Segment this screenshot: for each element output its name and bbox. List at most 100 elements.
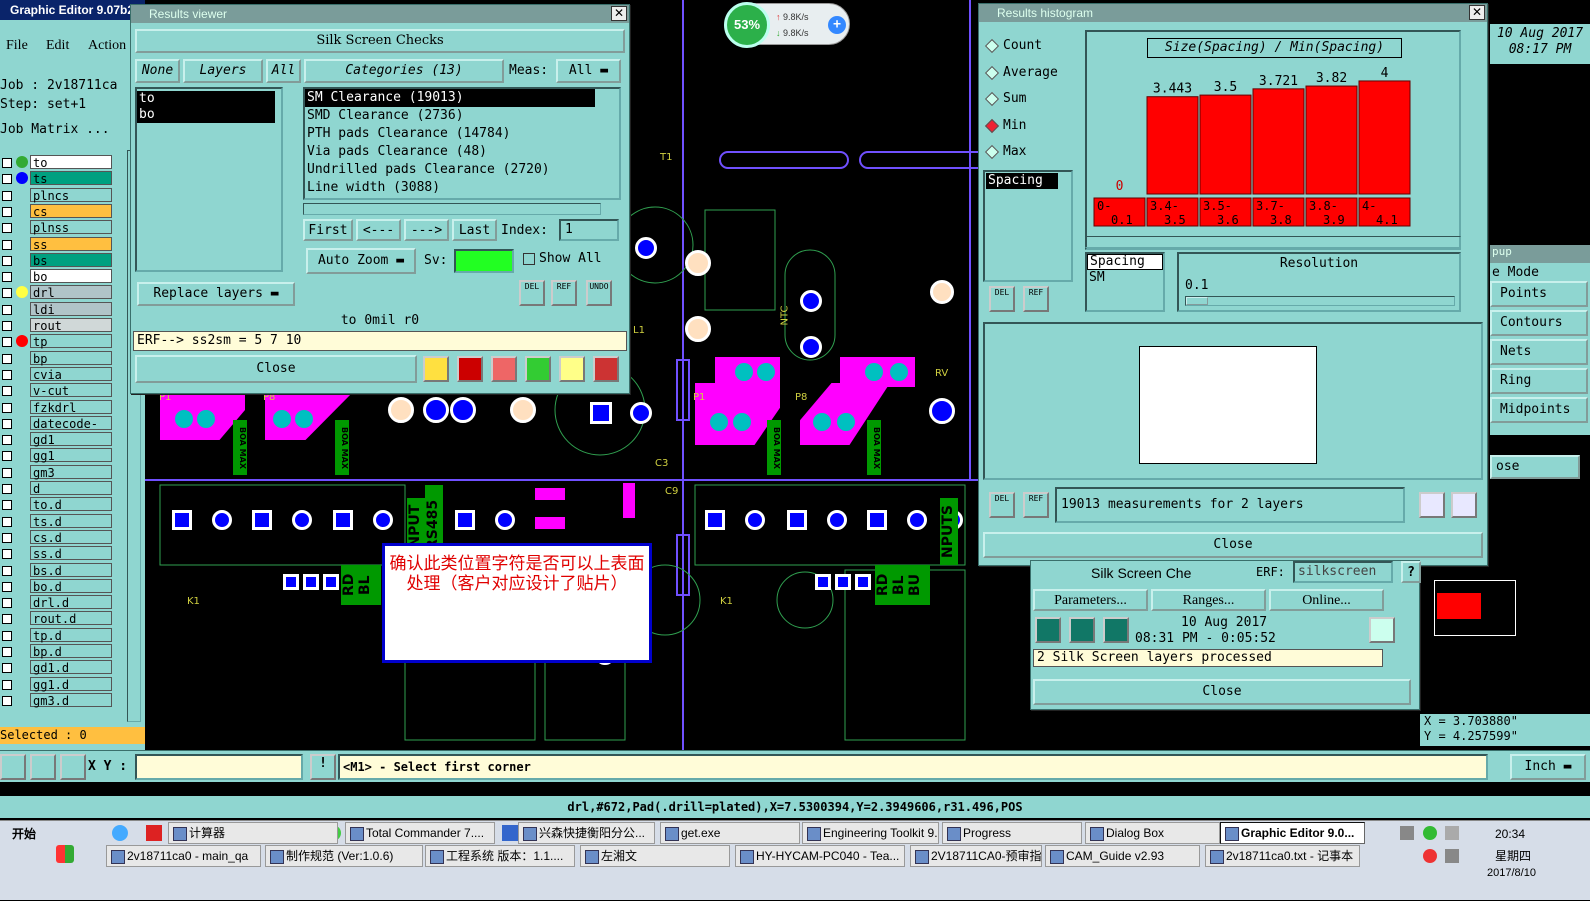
layer-row[interactable]: gm3.d <box>0 692 112 708</box>
volume-icon[interactable] <box>1445 849 1459 863</box>
category-list[interactable]: SM Clearance (19013) SMD Clearance (2736)… <box>303 87 621 200</box>
layer-checkbox[interactable] <box>2 435 12 446</box>
layer-name[interactable]: d <box>30 481 112 496</box>
layer-name[interactable]: bo <box>30 269 112 284</box>
warning-icon[interactable]: ! <box>310 754 336 780</box>
layer-row[interactable]: tp.d <box>0 627 112 643</box>
taskbar-button[interactable]: 制作规范 (Ver:1.0.6) <box>265 845 423 867</box>
layer-checkbox[interactable] <box>2 549 12 560</box>
tray-icon[interactable] <box>1423 826 1437 840</box>
layer-checkbox[interactable] <box>2 288 12 299</box>
histogram-close-button[interactable]: Close <box>983 532 1483 558</box>
layer-row[interactable]: fzkdrl <box>0 399 112 415</box>
layer-checkbox[interactable] <box>2 223 12 234</box>
stat-radio[interactable]: Max <box>984 142 1079 162</box>
layer-name[interactable]: gd1.d <box>30 660 112 675</box>
taskbar-button[interactable]: 2v18711ca0.txt - 记事本 <box>1205 845 1360 867</box>
spacing-sm-list[interactable]: Spacing SM <box>1085 252 1165 312</box>
sv-color-dropdown[interactable] <box>454 249 514 273</box>
notes-icon[interactable] <box>559 356 585 382</box>
layer-checkbox[interactable] <box>2 386 12 397</box>
taskbar-button[interactable]: Graphic Editor 9.0... <box>1220 822 1365 844</box>
step-icon[interactable] <box>525 356 551 382</box>
stat-radio[interactable]: Min <box>984 116 1079 136</box>
replace-layers-dropdown[interactable]: Replace layers ▬ <box>137 282 295 306</box>
mode-item-nets[interactable]: Nets <box>1490 339 1588 365</box>
layer-row[interactable]: bs.d <box>0 562 112 578</box>
layer-row[interactable]: bp <box>0 350 112 366</box>
layer-select-list[interactable]: to bo <box>135 87 283 272</box>
mode-item-points[interactable]: Points <box>1490 281 1588 307</box>
layer-name[interactable]: gd1 <box>30 432 112 447</box>
zoom-area-icon[interactable] <box>1451 492 1477 518</box>
layer-checkbox[interactable] <box>2 304 12 315</box>
erf-field[interactable]: silkscreen <box>1293 561 1393 583</box>
ref-icon[interactable]: REF <box>551 280 577 306</box>
layer-name[interactable]: drl <box>30 285 112 300</box>
ranges-button[interactable]: Ranges... <box>1151 589 1266 611</box>
layer-checkbox[interactable] <box>2 418 12 429</box>
layer-checkbox[interactable] <box>2 239 12 250</box>
xy-input[interactable] <box>135 754 303 780</box>
histogram-bar[interactable] <box>1305 85 1358 195</box>
layers-button[interactable]: Layers <box>183 59 263 83</box>
meas-dropdown[interactable]: All ▬ <box>556 59 621 83</box>
index-field[interactable]: 1 <box>559 219 619 241</box>
spacing-sm-item[interactable]: SM <box>1087 270 1163 285</box>
category-hscroll[interactable] <box>303 203 601 215</box>
layer-checkbox[interactable] <box>2 206 12 217</box>
parameters-button[interactable]: Parameters... <box>1033 589 1148 611</box>
layer-checkbox[interactable] <box>2 369 12 380</box>
menu-file[interactable]: File <box>6 38 28 54</box>
next-button[interactable]: ---> <box>404 219 449 241</box>
layer-row[interactable]: ldi <box>0 301 112 317</box>
mode-item-contours[interactable]: Contours <box>1490 310 1588 336</box>
layer-row[interactable]: datecode-bo <box>0 415 112 446</box>
measure-icon[interactable] <box>30 754 56 780</box>
layer-name[interactable]: bs <box>30 252 112 268</box>
layer-row[interactable]: drl.d <box>0 595 112 610</box>
layer-row[interactable]: ts.d <box>0 513 112 529</box>
layer-name[interactable]: plnss <box>30 220 112 235</box>
tray-icon[interactable] <box>1400 826 1414 840</box>
net-add-icon[interactable]: + <box>828 16 846 34</box>
layer-name[interactable]: bo.d <box>30 578 112 594</box>
layer-row[interactable]: cvia <box>0 366 112 382</box>
rv-layer-item[interactable]: to <box>137 91 275 107</box>
layer-name[interactable]: to.d <box>30 497 112 512</box>
layer-name[interactable]: gm3 <box>30 464 112 480</box>
unit-dropdown[interactable]: Inch ▬ <box>1510 754 1586 780</box>
layer-row[interactable]: gg1.d <box>0 676 112 692</box>
layer-row[interactable]: plnss <box>0 220 112 235</box>
layer-name[interactable]: ts <box>30 171 112 186</box>
mini-map[interactable] <box>1434 580 1516 636</box>
layer-name[interactable]: gg1 <box>30 448 112 463</box>
mode-item-midpoints[interactable]: Midpoints <box>1490 397 1588 423</box>
layer-row[interactable]: bo.d <box>0 578 112 594</box>
layer-row[interactable]: bs <box>0 252 112 268</box>
layer-row[interactable]: gd1 <box>0 432 112 447</box>
export-icon[interactable] <box>457 356 483 382</box>
undo-icon[interactable]: UNDO <box>586 280 612 306</box>
layer-checkbox[interactable] <box>2 516 12 527</box>
last-button[interactable]: Last <box>452 219 497 241</box>
layer-checkbox[interactable] <box>2 598 12 609</box>
taskbar-button[interactable]: 2V18711CA0-预审指示... <box>910 845 1042 867</box>
taskbar-button[interactable]: 2v18711ca0 - main_qa <box>106 845 261 867</box>
layer-checkbox[interactable] <box>2 451 12 462</box>
layer-row[interactable]: cs <box>0 203 112 219</box>
layer-name[interactable]: datecode-bo <box>30 415 112 446</box>
taskbar-button[interactable]: Progress <box>942 822 1082 844</box>
job-matrix-button[interactable]: Job Matrix ... <box>0 122 130 140</box>
categories-button[interactable]: Categories (13) <box>304 59 504 83</box>
stat-radio[interactable]: Sum <box>984 89 1079 109</box>
run-all-icon[interactable] <box>1069 617 1095 643</box>
category-item[interactable]: Via pads Clearance (48) <box>305 143 619 161</box>
category-item[interactable]: SMD Clearance (2736) <box>305 107 619 125</box>
stat-radio[interactable]: Count <box>984 36 1079 56</box>
layer-row[interactable]: rout <box>0 318 112 333</box>
taskbar-button[interactable]: 兴森快捷衡阳分公... <box>518 822 655 844</box>
run-step-icon[interactable] <box>1103 617 1129 643</box>
histogram-icon[interactable] <box>593 356 619 382</box>
histogram-bar[interactable] <box>1358 80 1411 195</box>
